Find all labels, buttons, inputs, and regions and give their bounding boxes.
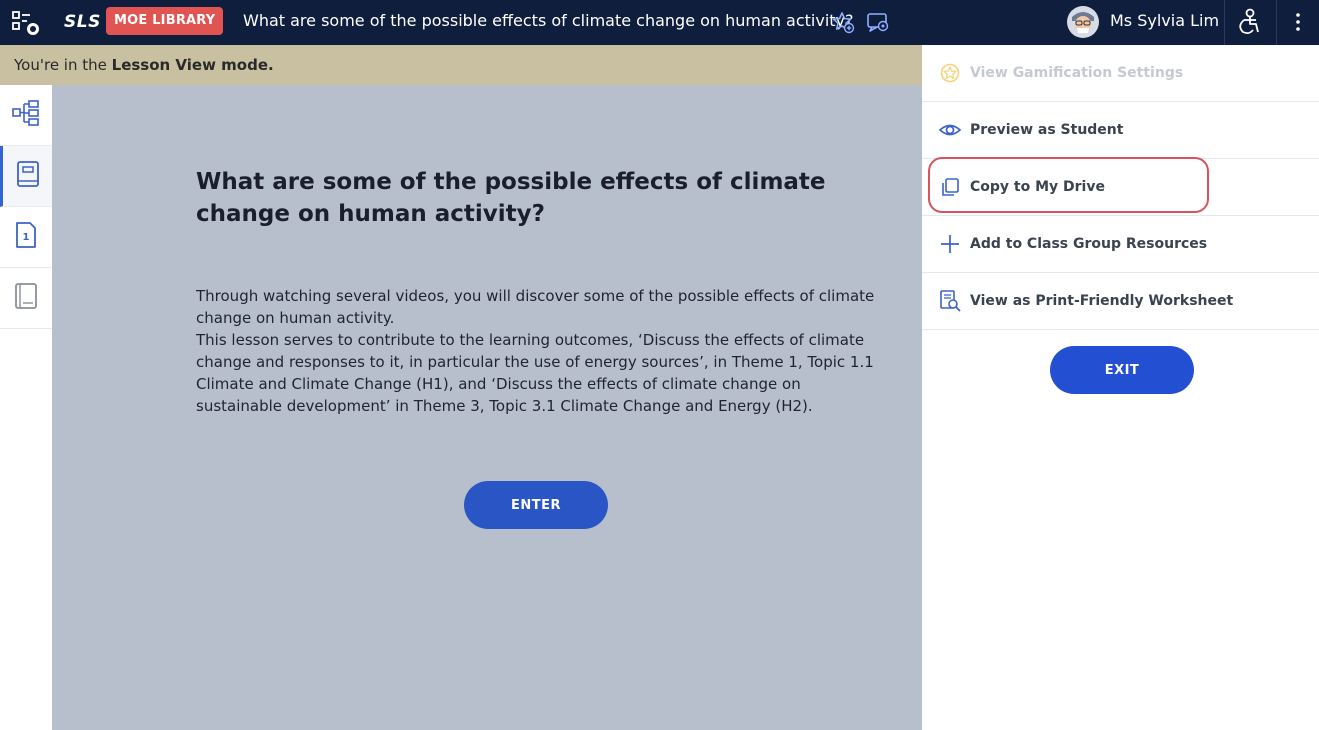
menu-item-label: View as Print-Friendly Worksheet	[970, 293, 1234, 309]
enter-button[interactable]: ENTER	[464, 481, 608, 529]
preview-as-student-item[interactable]: Preview as Student	[922, 102, 1319, 159]
more-vert-icon[interactable]	[1286, 10, 1310, 34]
monitor-icon[interactable]	[866, 10, 890, 34]
notebook-icon	[12, 281, 40, 315]
lesson-options-panel: View Gamification Settings Preview as St…	[922, 45, 1319, 730]
book-icon	[14, 159, 42, 193]
topbar-divider	[1276, 0, 1277, 45]
user-name[interactable]: Ms Sylvia Lim	[1110, 11, 1219, 30]
view-as-print-friendly-worksheet-item[interactable]: View as Print-Friendly Worksheet	[922, 273, 1319, 330]
page-number-icon: 1	[12, 220, 40, 254]
topbar-divider	[1224, 0, 1225, 45]
exit-button[interactable]: EXIT	[1050, 346, 1194, 394]
lesson-title: What are some of the possible effects of…	[243, 11, 854, 30]
lesson-map-icon	[11, 98, 41, 132]
eye-icon	[938, 118, 962, 142]
menu-item-label: View Gamification Settings	[970, 65, 1184, 81]
lesson-description-paragraph: Through watching several videos, you wil…	[196, 287, 875, 327]
add-to-class-group-resources-item[interactable]: Add to Class Group Resources	[922, 216, 1319, 273]
menu-item-label: Preview as Student	[970, 122, 1124, 138]
sidebar-item-page-1[interactable]: 1	[0, 207, 52, 268]
mode-banner-prefix: You're in the	[14, 56, 112, 74]
gamification-icon	[938, 61, 962, 85]
plus-icon	[938, 232, 962, 256]
mode-banner-mode: Lesson View mode.	[111, 56, 274, 74]
add-favourite-icon[interactable]	[831, 10, 855, 34]
avatar[interactable]	[1066, 5, 1100, 39]
top-bar: SLS MOE LIBRARY What are some of the pos…	[0, 0, 1319, 45]
apps-icon[interactable]	[10, 9, 40, 37]
mode-banner: You're in the Lesson View mode.	[0, 45, 922, 85]
sls-logo[interactable]: SLS	[64, 12, 101, 32]
menu-item-label: Add to Class Group Resources	[970, 236, 1208, 252]
moe-library-badge: MOE LIBRARY	[106, 7, 224, 35]
sidebar-item-lesson-map[interactable]	[0, 85, 52, 146]
lesson-heading: What are some of the possible effects of…	[196, 169, 826, 227]
copy-to-my-drive-highlight	[928, 157, 1209, 213]
lesson-cover: What are some of the possible effects of…	[52, 85, 922, 730]
lesson-description-paragraph: This lesson serves to contribute to the …	[196, 331, 874, 415]
page-number-label: 1	[23, 232, 30, 243]
view-gamification-settings-item[interactable]: View Gamification Settings	[922, 45, 1319, 102]
accessibility-icon[interactable]	[1234, 8, 1264, 36]
left-sidebar: 1	[0, 85, 52, 730]
sidebar-item-notebook[interactable]	[0, 268, 52, 329]
sidebar-item-lesson-book[interactable]	[0, 146, 52, 207]
lesson-description: Through watching several videos, you wil…	[196, 285, 886, 417]
worksheet-search-icon	[938, 289, 962, 313]
